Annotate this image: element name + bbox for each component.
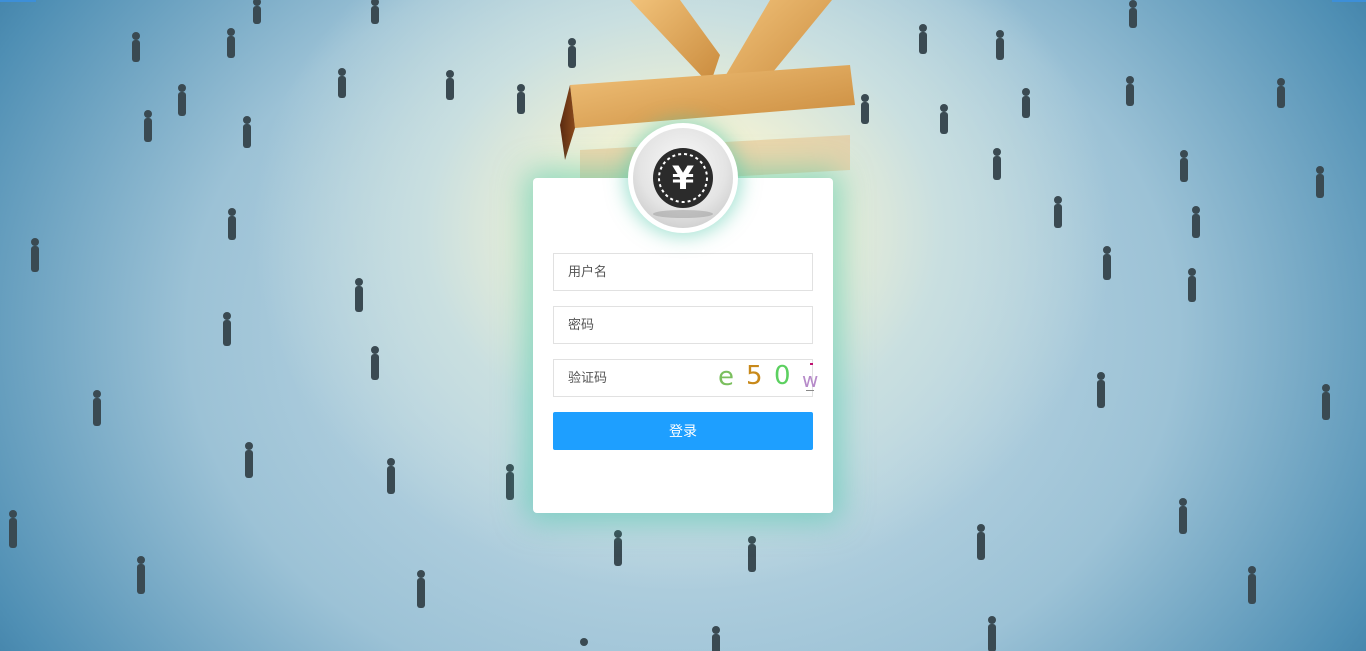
captcha-input[interactable]	[554, 360, 694, 396]
yuan-coin-logo: ¥	[633, 128, 733, 228]
captcha-field-wrapper: e 5 0 w	[553, 359, 818, 397]
captcha-char-4: w	[802, 368, 819, 392]
captcha-char-2: 5	[746, 361, 763, 391]
username-field-wrapper	[553, 253, 813, 291]
password-field-wrapper	[553, 306, 813, 344]
login-button[interactable]: 登录	[553, 412, 813, 450]
captcha-char-3: 0	[774, 361, 791, 391]
captcha-noise-line	[806, 390, 814, 391]
captcha-char-1: e	[718, 362, 734, 392]
yuan-coin-icon: ¥	[653, 148, 713, 218]
captcha-image[interactable]: e 5 0 w	[694, 360, 818, 396]
password-input[interactable]	[554, 307, 812, 343]
logo-avatar: ¥	[628, 123, 738, 233]
captcha-noise-dot	[810, 363, 813, 365]
yuan-symbol: ¥	[672, 159, 694, 197]
username-input[interactable]	[554, 254, 812, 290]
